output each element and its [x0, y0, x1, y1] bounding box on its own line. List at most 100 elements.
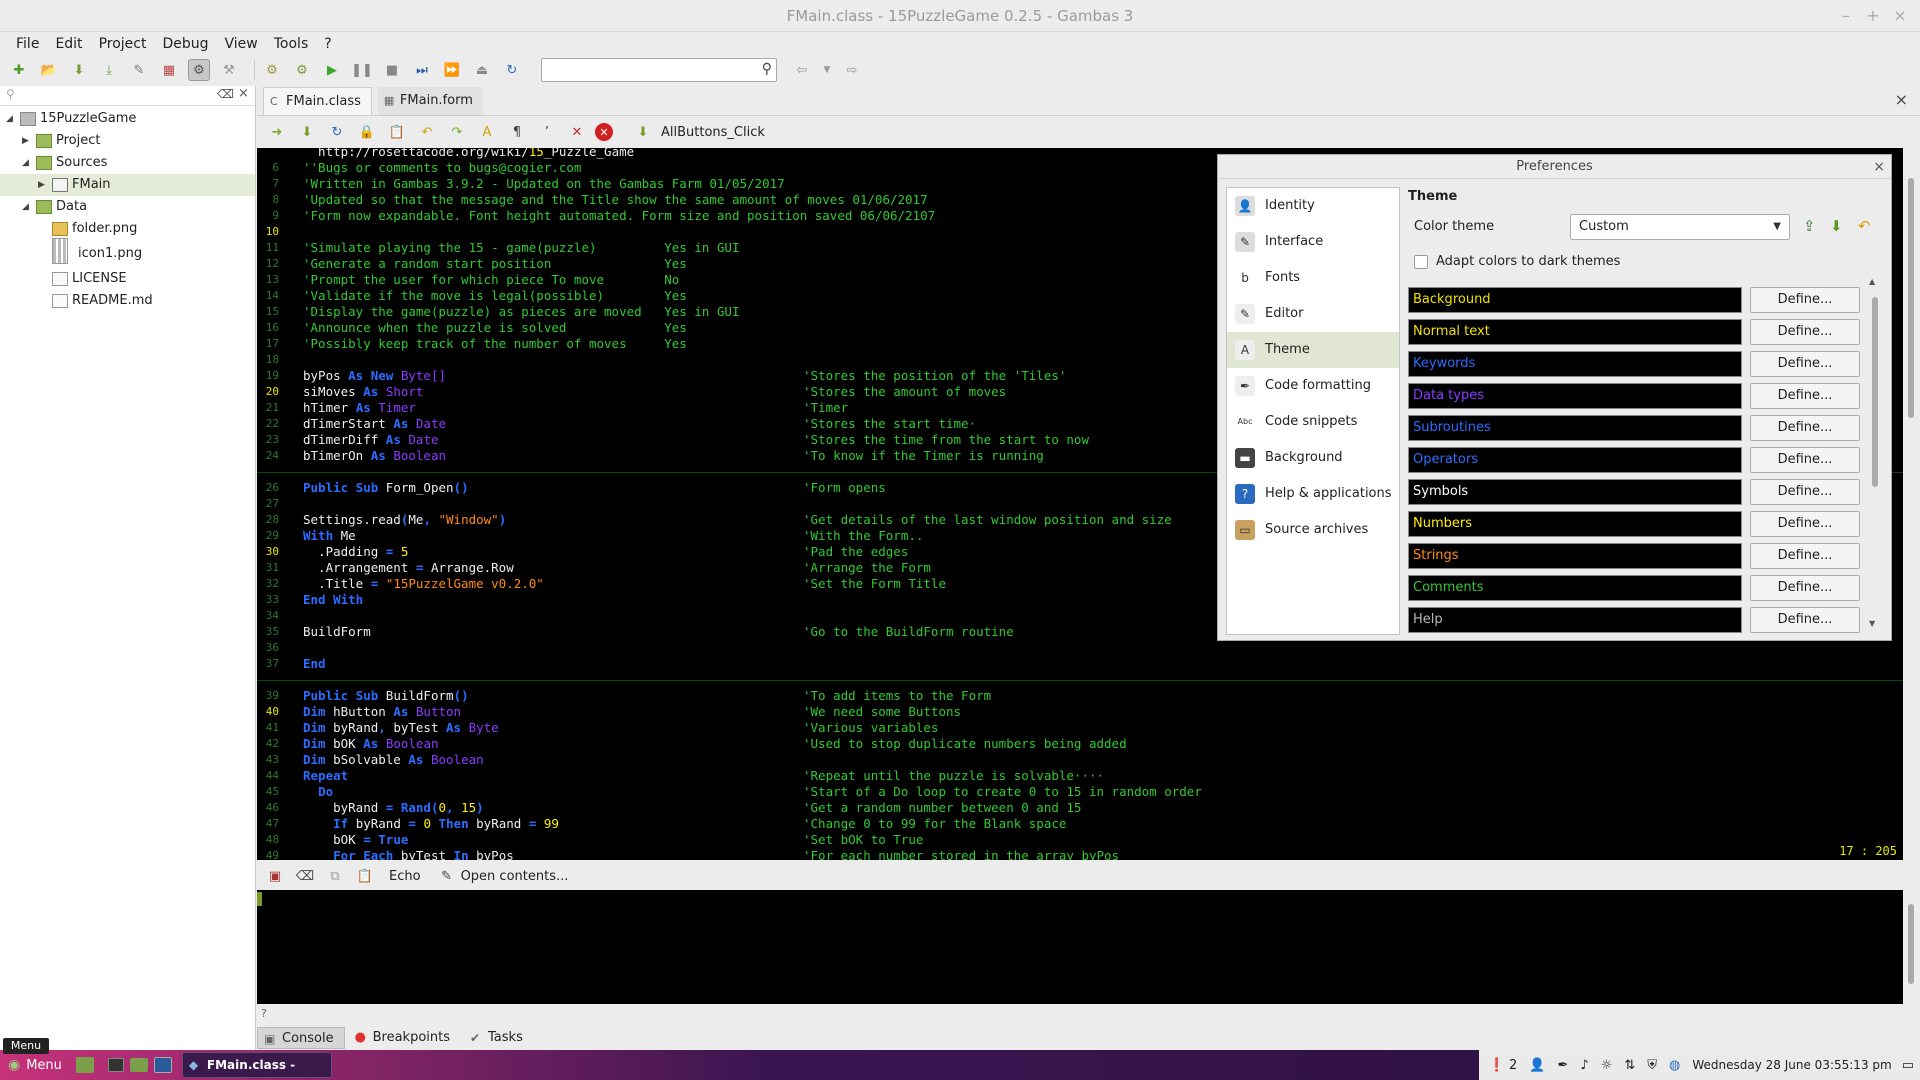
- user-icon[interactable]: 👤: [1529, 1058, 1545, 1073]
- tab-fmain-class[interactable]: C FMain.class: [263, 87, 372, 115]
- define-color-button[interactable]: Define...: [1750, 479, 1860, 505]
- stop-icon[interactable]: ■: [381, 59, 403, 81]
- open-contents-button[interactable]: Open contents...: [461, 869, 569, 884]
- notification-icon[interactable]: ❗: [1489, 1058, 1505, 1073]
- close-icon[interactable]: ×: [238, 86, 249, 101]
- terminal-icon[interactable]: ▣: [263, 865, 287, 887]
- export-theme-icon[interactable]: ⬇: [1830, 217, 1843, 235]
- console-scrollbar[interactable]: [1903, 890, 1920, 1004]
- code-line[interactable]: 47 If byRand = 0 Then byRand = 99 'Change…: [257, 816, 1903, 832]
- reset-theme-icon[interactable]: ↶: [1858, 217, 1871, 235]
- define-color-button[interactable]: Define...: [1750, 383, 1860, 409]
- files-icon[interactable]: [129, 1058, 148, 1072]
- adapt-colors-checkbox[interactable]: [1414, 255, 1428, 269]
- save-project-icon[interactable]: ⬇: [68, 59, 90, 81]
- pref-category-help-applications[interactable]: ? Help & applications: [1227, 476, 1399, 512]
- forward-icon[interactable]: ⇨: [841, 59, 863, 81]
- code-line[interactable]: 43 Dim bSolvable As Boolean: [257, 752, 1903, 768]
- collapse-icon[interactable]: ◢: [22, 152, 29, 174]
- step-forward-icon[interactable]: ⏭: [411, 59, 433, 81]
- search-icon[interactable]: ⚲: [762, 61, 772, 77]
- tab-console[interactable]: ▣ Console: [257, 1027, 345, 1049]
- close-icon[interactable]: ×: [1887, 0, 1913, 32]
- pref-category-fonts[interactable]: b Fonts: [1227, 260, 1399, 296]
- import-theme-icon[interactable]: ⇪: [1803, 217, 1816, 235]
- tab-tasks[interactable]: ✔ Tasks: [464, 1027, 533, 1049]
- define-color-button[interactable]: Define...: [1750, 511, 1860, 537]
- redo-icon[interactable]: ↷: [445, 121, 469, 143]
- preferences-icon[interactable]: ⚙: [188, 59, 210, 81]
- tree-item[interactable]: LICENSE: [0, 268, 255, 290]
- compile-all-icon[interactable]: ⚙: [291, 59, 313, 81]
- refresh-icon[interactable]: ↻: [501, 59, 523, 81]
- edit-icon[interactable]: ✎: [128, 59, 150, 81]
- menu-debug[interactable]: Debug: [154, 36, 216, 52]
- brightness-icon[interactable]: ☼: [1601, 1058, 1613, 1073]
- format-icon[interactable]: A: [475, 121, 499, 143]
- new-project-icon[interactable]: ✚: [8, 59, 30, 81]
- pref-category-editor[interactable]: ✎ Editor: [1227, 296, 1399, 332]
- tree-item[interactable]: icon1.png: [0, 238, 255, 268]
- undo-icon[interactable]: ↶: [415, 121, 439, 143]
- back-icon[interactable]: ⇦: [791, 59, 813, 81]
- code-line[interactable]: 44 Repeat 'Repeat until the puzzle is solv…: [257, 768, 1903, 784]
- close-tab-icon[interactable]: ×: [1895, 90, 1908, 109]
- pilcrow-icon[interactable]: ¶: [505, 121, 529, 143]
- run-icon[interactable]: ▶: [321, 59, 343, 81]
- clear-console-icon[interactable]: ⌫: [293, 865, 317, 887]
- breakpoint-icon[interactable]: ✕: [595, 123, 613, 141]
- editor-scrollbar[interactable]: [1903, 148, 1920, 860]
- update-icon[interactable]: ◍: [1669, 1058, 1680, 1073]
- code-line[interactable]: 49 For Each byTest In byPos 'For each num…: [257, 848, 1903, 860]
- menu-[interactable]: ?: [316, 36, 339, 52]
- define-color-button[interactable]: Define...: [1750, 447, 1860, 473]
- comment-icon[interactable]: ’: [535, 121, 559, 143]
- code-line[interactable]: 40 Dim hButton As Button 'We need some But…: [257, 704, 1903, 720]
- pause-icon[interactable]: ❚❚: [351, 59, 373, 81]
- pref-category-code-formatting[interactable]: ✒ Code formatting: [1227, 368, 1399, 404]
- color-list-scrollbar[interactable]: ▲ ▼: [1868, 277, 1882, 631]
- pref-category-source-archives[interactable]: ▭ Source archives: [1227, 512, 1399, 548]
- procedure-name[interactable]: AllButtons_Click: [661, 125, 765, 140]
- pref-category-code-snippets[interactable]: Abc Code snippets: [1227, 404, 1399, 440]
- code-line[interactable]: 46 byRand = Rand(0, 15) 'Get a random num…: [257, 800, 1903, 816]
- tree-item[interactable]: ◢ Sources: [0, 152, 255, 174]
- tree-item[interactable]: ▶ FMain: [0, 174, 255, 196]
- minimize-icon[interactable]: –: [1833, 0, 1859, 32]
- history-dropdown-icon[interactable]: ▼: [821, 59, 833, 81]
- menu-tools[interactable]: Tools: [266, 36, 317, 52]
- scrollbar-thumb[interactable]: [1872, 297, 1878, 487]
- goto-icon[interactable]: ➜: [265, 121, 289, 143]
- expand-icon[interactable]: ▶: [38, 174, 45, 196]
- define-color-button[interactable]: Define...: [1750, 319, 1860, 345]
- pref-category-interface[interactable]: ✎ Interface: [1227, 224, 1399, 260]
- pref-category-theme[interactable]: A Theme: [1227, 332, 1399, 368]
- compile-icon[interactable]: ⚙: [261, 59, 283, 81]
- color-theme-select[interactable]: Custom ▼: [1570, 214, 1790, 240]
- paste-icon[interactable]: 📋: [353, 865, 377, 887]
- code-line[interactable]: 36: [257, 640, 1903, 656]
- scroll-down-icon[interactable]: ▼: [1869, 619, 1875, 628]
- clear-icon[interactable]: ⌫: [217, 87, 234, 101]
- code-line[interactable]: 48 bOK = True 'Set bOK to True: [257, 832, 1903, 848]
- menu-button[interactable]: Menu: [26, 1058, 62, 1073]
- scrollbar-thumb[interactable]: [1908, 904, 1914, 984]
- collapse-icon[interactable]: ◢: [6, 108, 13, 130]
- menu-view[interactable]: View: [217, 36, 266, 52]
- tree-item[interactable]: folder.png: [0, 218, 255, 240]
- search-input[interactable]: ⚲: [541, 58, 777, 82]
- tab-breakpoints[interactable]: ● Breakpoints: [349, 1027, 460, 1049]
- gambas-icon[interactable]: [153, 1057, 172, 1073]
- code-line[interactable]: 41 Dim byRand, byTest As Byte 'Various var…: [257, 720, 1903, 736]
- code-line[interactable]: 37 End: [257, 656, 1903, 672]
- tree-item[interactable]: ▶ Project: [0, 130, 255, 152]
- tree-item[interactable]: ◢ 15PuzzleGame: [0, 108, 255, 130]
- shield-icon[interactable]: ⛨: [1647, 1058, 1657, 1073]
- pref-category-identity[interactable]: 👤 Identity: [1227, 188, 1399, 224]
- define-color-button[interactable]: Define...: [1750, 575, 1860, 601]
- pref-category-background[interactable]: ▬ Background: [1227, 440, 1399, 476]
- chat-icon[interactable]: ▭: [1902, 1058, 1914, 1073]
- console-output[interactable]: [257, 890, 1903, 1004]
- copy-icon[interactable]: ⧉: [323, 865, 347, 887]
- step-out-icon[interactable]: ⏏: [471, 59, 493, 81]
